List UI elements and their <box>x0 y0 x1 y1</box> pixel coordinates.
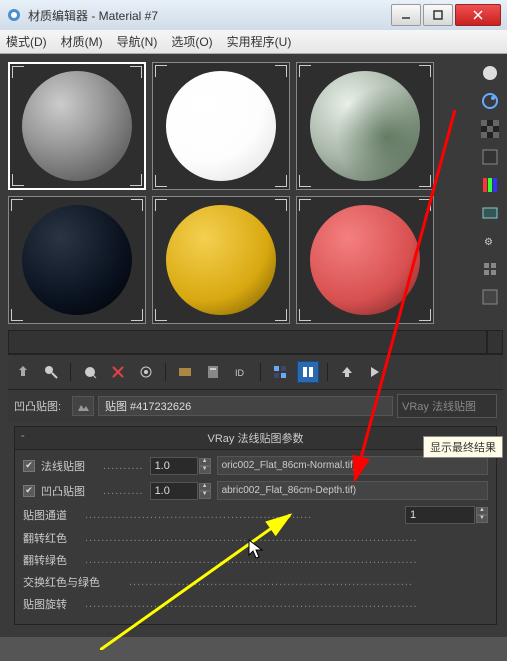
go-forward-icon[interactable] <box>364 361 386 383</box>
menu-options[interactable]: 选项(O) <box>171 33 212 50</box>
reset-icon[interactable] <box>107 361 129 383</box>
cursor-icon <box>248 539 266 561</box>
svg-text:⚙: ⚙ <box>484 237 493 248</box>
svg-text:ID: ID <box>235 368 245 378</box>
map-type-button[interactable]: VRay 法线贴图 <box>397 394 497 418</box>
map-name-row: 凹凸贴图: VRay 法线贴图 <box>8 390 503 422</box>
maximize-button[interactable] <box>423 4 453 26</box>
app-icon <box>6 7 22 23</box>
normal-label: 法线贴图 <box>41 458 97 474</box>
mtl-id-icon[interactable]: ID <box>230 361 252 383</box>
bump-checkbox[interactable]: ✔ <box>23 485 35 497</box>
menubar: 模式(D) 材质(M) 导航(N) 选项(O) 实用程序(U) <box>0 30 507 54</box>
window-title: 材质编辑器 - Material #7 <box>28 7 391 24</box>
titlebar: 材质编辑器 - Material #7 <box>0 0 507 30</box>
normal-map-button[interactable]: oric002_Flat_86cm-Normal.tif) <box>217 456 488 475</box>
menu-mode[interactable]: 模式(D) <box>6 33 47 50</box>
spinner-down-icon[interactable]: ▼ <box>476 515 488 523</box>
rollout-title: VRay 法线贴图参数 <box>208 433 304 445</box>
side-toolbar: ⚙ <box>473 62 503 330</box>
material-id-icon[interactable] <box>479 286 501 308</box>
bump-label: 凹凸贴图 <box>41 483 97 499</box>
sample-uv-icon[interactable] <box>479 146 501 168</box>
select-by-material-icon[interactable] <box>479 258 501 280</box>
background-icon[interactable] <box>479 118 501 140</box>
spinner-up-icon[interactable]: ▲ <box>199 483 211 491</box>
options-icon[interactable]: ⚙ <box>479 230 501 252</box>
menu-navigate[interactable]: 导航(N) <box>117 33 158 50</box>
bump-map-button[interactable]: abric002_Flat_86cm-Depth.tif) <box>217 481 488 500</box>
bump-map-label: 凹凸贴图: <box>14 398 68 414</box>
slot-scrollbar-v[interactable] <box>487 330 503 354</box>
normal-checkbox[interactable]: ✔ <box>23 460 35 472</box>
material-slot-6[interactable] <box>296 196 434 324</box>
spinner-up-icon[interactable]: ▲ <box>476 507 488 515</box>
go-parent-icon[interactable] <box>336 361 358 383</box>
spinner-down-icon[interactable]: ▼ <box>199 491 211 499</box>
close-button[interactable] <box>455 4 501 26</box>
spinner-up-icon[interactable]: ▲ <box>199 458 211 466</box>
assign-icon[interactable] <box>79 361 101 383</box>
flipgreen-label: 翻转绿色 <box>23 552 79 568</box>
video-color-icon[interactable] <box>479 174 501 196</box>
swaprg-label: 交换红色与绿色 <box>23 574 123 590</box>
minimize-button[interactable] <box>391 4 421 26</box>
collapse-icon: - <box>21 430 25 442</box>
horizontal-toolbar: ID <box>8 354 503 390</box>
material-slot-5[interactable] <box>152 196 290 324</box>
normal-value-input[interactable] <box>150 457 198 475</box>
pick-map-icon[interactable] <box>72 396 94 416</box>
copy-icon[interactable] <box>135 361 157 383</box>
preview-icon[interactable] <box>479 202 501 224</box>
flipred-label: 翻转红色 <box>23 530 79 546</box>
menu-material[interactable]: 材质(M) <box>61 33 103 50</box>
material-slot-3[interactable] <box>296 62 434 190</box>
put-to-scene-icon[interactable] <box>40 361 62 383</box>
material-slot-1[interactable] <box>8 62 146 190</box>
show-end-result-icon[interactable] <box>297 361 319 383</box>
sample-type-icon[interactable] <box>479 62 501 84</box>
show-map-icon[interactable] <box>269 361 291 383</box>
map-name-field[interactable] <box>98 396 393 416</box>
menu-utilities[interactable]: 实用程序(U) <box>227 33 292 50</box>
material-slot-4[interactable] <box>8 196 146 324</box>
material-slot-2[interactable] <box>152 62 290 190</box>
bump-value-input[interactable] <box>150 482 198 500</box>
tooltip: 显示最终结果 <box>423 436 503 458</box>
make-unique-icon[interactable] <box>174 361 196 383</box>
spinner-down-icon[interactable]: ▼ <box>199 466 211 474</box>
slot-scrollbar-h[interactable] <box>8 330 487 354</box>
rotate-label: 贴图旋转 <box>23 596 79 612</box>
backlight-icon[interactable] <box>479 90 501 112</box>
channel-input[interactable] <box>405 506 475 524</box>
put-to-library-icon[interactable] <box>202 361 224 383</box>
get-material-icon[interactable] <box>12 361 34 383</box>
material-slots <box>8 62 473 330</box>
channel-label: 贴图通道 <box>23 507 79 523</box>
